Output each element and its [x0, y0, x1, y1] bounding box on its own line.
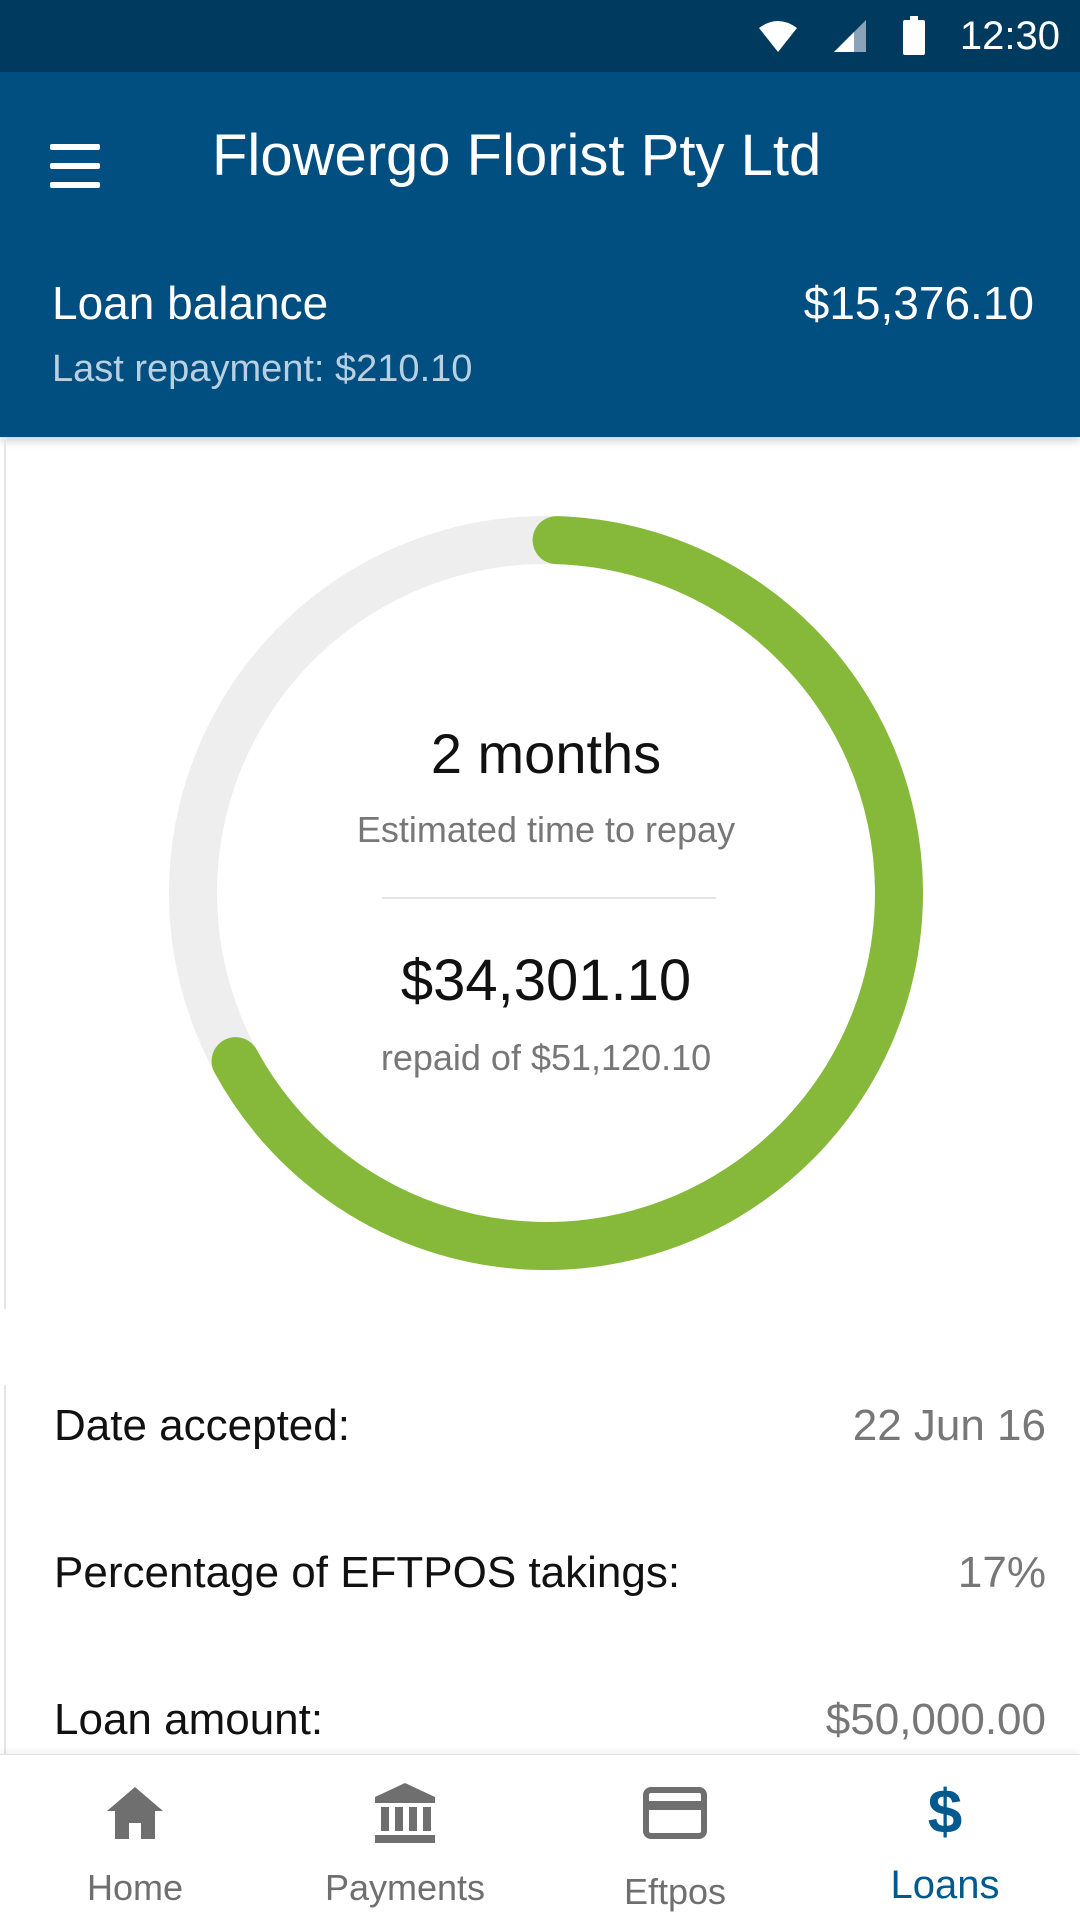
repayment-progress-card: 2 months Estimated time to repay $34,301…	[4, 437, 1080, 1309]
time-to-repay-label: Estimated time to repay	[356, 809, 736, 850]
nav-item-loans[interactable]: $ Loans	[810, 1755, 1080, 1921]
menu-icon-line	[50, 163, 100, 169]
nav-item-home[interactable]: Home	[0, 1755, 270, 1921]
detail-row-date-accepted: Date accepted: 22 Jun 16	[6, 1385, 1080, 1465]
detail-row-eftpos-percentage: Percentage of EFTPOS takings: 17%	[6, 1532, 1080, 1612]
bank-icon	[270, 1781, 540, 1845]
app-title: Flowergo Florist Pty Ltd	[212, 123, 822, 188]
nav-label-home: Home	[86, 1867, 184, 1908]
nav-label-eftpos: Eftpos	[623, 1871, 727, 1912]
last-repayment: Last repayment: $210.10	[52, 348, 473, 390]
detail-label: Percentage of EFTPOS takings:	[54, 1548, 681, 1597]
loan-details: Date accepted: 22 Jun 16 Percentage of E…	[4, 1385, 1080, 1755]
repaid-of-label: repaid of $51,120.10	[380, 1037, 712, 1078]
dollar-icon: $	[927, 1778, 963, 1847]
detail-value: 17%	[957, 1548, 1046, 1597]
detail-label: Date accepted:	[54, 1401, 350, 1450]
nav-label-loans: Loans	[890, 1863, 1000, 1907]
detail-value: 22 Jun 16	[852, 1401, 1046, 1450]
loan-balance-label: Loan balance	[52, 277, 329, 329]
detail-value: $50,000.00	[825, 1695, 1046, 1744]
repaid-amount: $34,301.10	[400, 948, 692, 1013]
status-time: 12:30	[959, 13, 1060, 58]
cell-signal-icon	[833, 20, 866, 52]
repayment-progress-ring	[169, 516, 923, 1270]
status-bar: 12:30	[0, 0, 1080, 72]
card-icon	[540, 1781, 810, 1845]
progress-arc	[211, 516, 923, 1270]
wifi-icon	[758, 21, 797, 52]
status-icons: 12:30	[758, 0, 1060, 72]
menu-icon-line	[50, 144, 100, 150]
divider	[382, 897, 716, 899]
battery-icon	[902, 16, 925, 55]
app-bar: Flowergo Florist Pty Ltd Loan balance $1…	[0, 72, 1080, 437]
bottom-navigation: Home Payments Eftpos $ Loans	[0, 1754, 1080, 1921]
menu-icon-line	[50, 182, 100, 188]
detail-row-loan-amount: Loan amount: $50,000.00	[6, 1679, 1080, 1759]
loan-balance-value: $15,376.10	[803, 277, 1034, 329]
detail-label: Loan amount:	[54, 1695, 324, 1744]
home-icon	[0, 1781, 270, 1845]
nav-item-payments[interactable]: Payments	[270, 1755, 540, 1921]
menu-button[interactable]	[50, 130, 122, 202]
nav-label-payments: Payments	[324, 1867, 486, 1908]
time-to-repay: 2 months	[430, 722, 662, 785]
nav-item-eftpos[interactable]: Eftpos	[540, 1755, 810, 1921]
